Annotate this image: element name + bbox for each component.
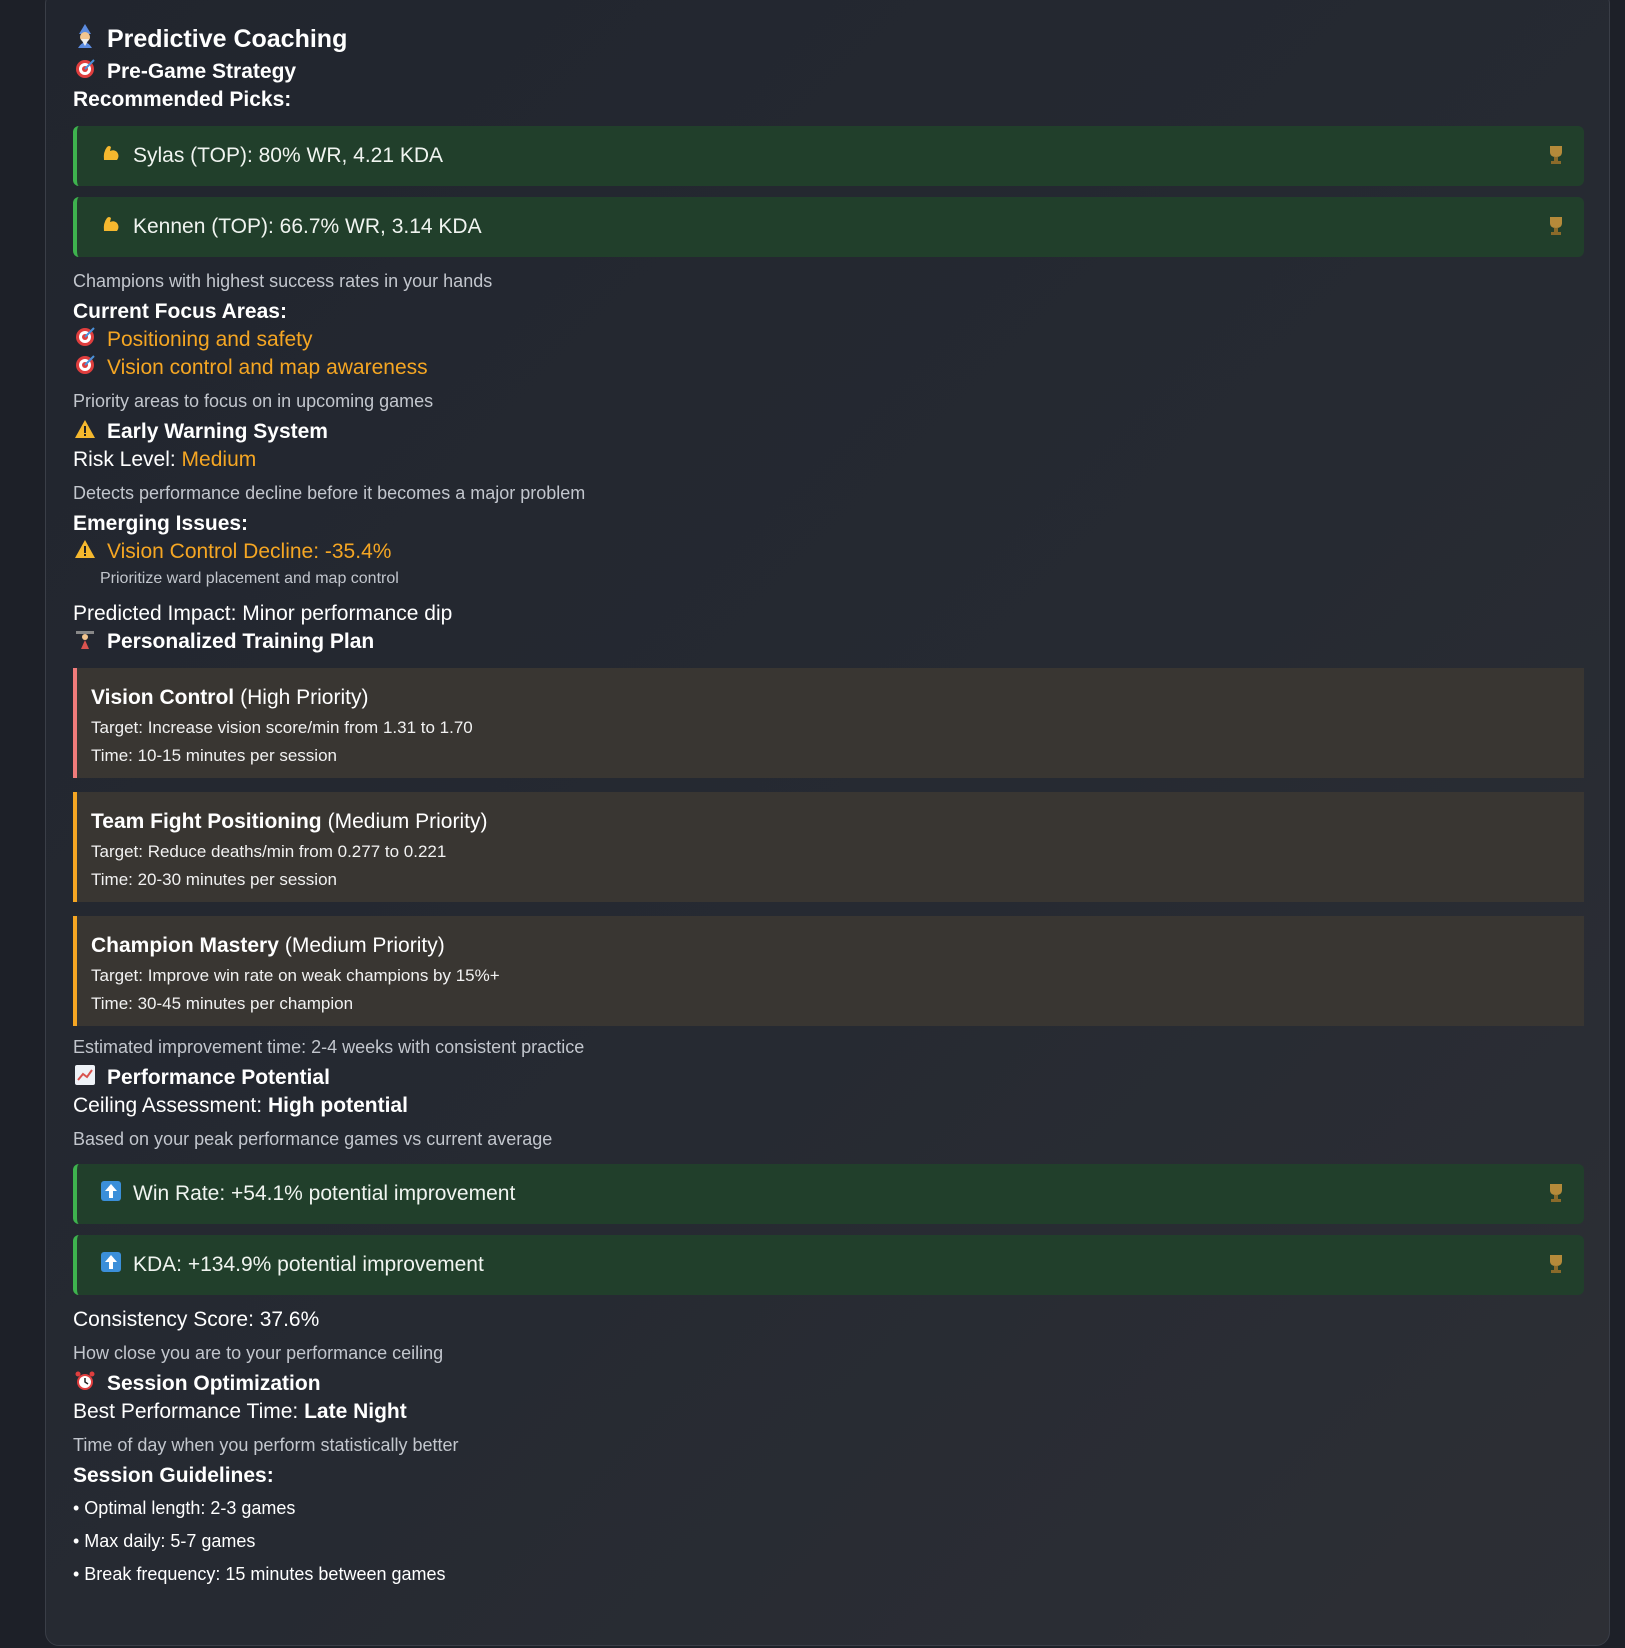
training-target: Target: Reduce deaths/min from 0.277 to …	[91, 842, 447, 861]
predicted-impact: Predicted Impact: Minor performance dip	[73, 602, 453, 625]
training-time: Time: 10-15 minutes per session	[91, 746, 337, 765]
coaching-content: Predictive Coaching Pre-Game Strategy Re…	[73, 20, 1584, 1591]
consistency-note: How close you are to your performance ce…	[73, 1342, 444, 1363]
target-icon	[73, 326, 97, 354]
guideline-item: • Break frequency: 15 minutes between ga…	[73, 1564, 446, 1584]
training-card: Team Fight Positioning (Medium Priority) …	[73, 792, 1584, 902]
pick-card: Sylas (TOP): 80% WR, 4.21 KDA	[73, 126, 1584, 186]
potential-note: Based on your peak performance games vs …	[73, 1128, 553, 1149]
training-time: Time: 30-45 minutes per champion	[91, 994, 354, 1013]
training-heading: Personalized Training Plan	[73, 628, 1584, 656]
up-arrow-icon	[99, 1251, 123, 1279]
training-priority: (Medium Priority)	[284, 934, 445, 957]
session-heading: Session Optimization	[73, 1370, 1584, 1398]
training-card: Champion Mastery (Medium Priority) Target…	[73, 916, 1584, 1026]
title-text: Predictive Coaching	[107, 24, 348, 53]
warning-note: Detects performance decline before it be…	[73, 482, 586, 503]
chart-increasing-icon	[73, 1064, 97, 1092]
mage-icon	[73, 23, 97, 56]
training-target: Target: Improve win rate on weak champio…	[91, 966, 500, 985]
improvement-card: KDA: +134.9% potential improvement	[73, 1235, 1584, 1295]
ceiling-assessment: Ceiling Assessment: High potential	[73, 1094, 408, 1117]
training-name: Vision Control	[91, 686, 235, 709]
weightlifter-icon	[73, 628, 97, 656]
training-note: Estimated improvement time: 2-4 weeks wi…	[73, 1036, 585, 1057]
alarm-clock-icon	[73, 1370, 97, 1398]
guideline-item: • Max daily: 5-7 games	[73, 1531, 256, 1551]
guidelines-label: Session Guidelines:	[73, 1464, 274, 1487]
training-name: Team Fight Positioning	[91, 810, 322, 833]
training-time: Time: 20-30 minutes per session	[91, 870, 337, 889]
training-card: Vision Control (High Priority) Target: In…	[73, 668, 1584, 778]
training-priority: (Medium Priority)	[327, 810, 488, 833]
up-arrow-icon	[99, 1180, 123, 1208]
best-performance-time: Best Performance Time: Late Night	[73, 1400, 407, 1423]
target-icon	[73, 58, 97, 86]
guideline-item: • Optimal length: 2-3 games	[73, 1498, 296, 1518]
focus-note: Priority areas to focus on in upcoming g…	[73, 390, 434, 411]
focus-label: Current Focus Areas:	[73, 300, 287, 323]
session-note: Time of day when you perform statistical…	[73, 1434, 459, 1455]
target-icon	[73, 354, 97, 382]
picks-label: Recommended Picks:	[73, 88, 292, 111]
pregame-heading: Pre-Game Strategy	[73, 58, 1584, 86]
page-title: Predictive Coaching	[73, 20, 1584, 58]
issue-note: Prioritize ward placement and map contro…	[100, 570, 399, 587]
ceiling-value: High potential	[267, 1094, 408, 1117]
flexed-biceps-icon	[99, 213, 123, 241]
trophy-icon	[1546, 144, 1566, 166]
best-time-value: Late Night	[304, 1400, 407, 1423]
warning-heading: Early Warning System	[73, 418, 1584, 446]
training-priority: (High Priority)	[240, 686, 369, 709]
risk-value: Medium	[181, 448, 257, 471]
trophy-icon	[1546, 1253, 1566, 1275]
picks-note: Champions with highest success rates in …	[73, 270, 493, 291]
warning-icon	[73, 419, 97, 445]
improvement-card: Win Rate: +54.1% potential improvement	[73, 1164, 1584, 1224]
issue-item: Vision Control Decline: -35.4%	[73, 538, 1584, 566]
training-name: Champion Mastery	[91, 934, 279, 957]
issues-label: Emerging Issues:	[73, 512, 249, 535]
warning-icon	[73, 539, 97, 565]
focus-item: Positioning and safety	[73, 326, 1584, 354]
pick-card: Kennen (TOP): 66.7% WR, 3.14 KDA	[73, 197, 1584, 257]
consistency-score: Consistency Score: 37.6%	[73, 1308, 320, 1331]
focus-item: Vision control and map awareness	[73, 354, 1584, 382]
trophy-icon	[1546, 215, 1566, 237]
training-target: Target: Increase vision score/min from 1…	[91, 718, 473, 737]
trophy-icon	[1546, 1182, 1566, 1204]
risk-level: Risk Level: Medium	[73, 448, 257, 471]
flexed-biceps-icon	[99, 142, 123, 170]
potential-heading: Performance Potential	[73, 1064, 1584, 1092]
